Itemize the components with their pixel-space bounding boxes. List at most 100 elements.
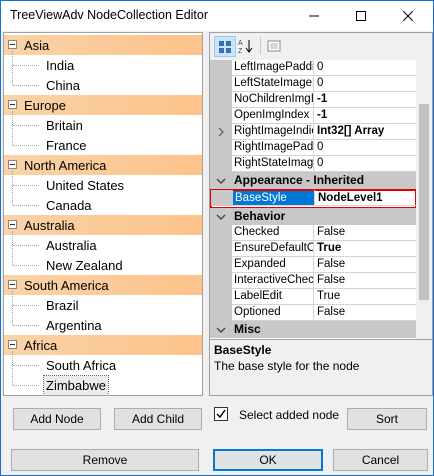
tree-node[interactable]: France bbox=[4, 135, 202, 155]
tree-view[interactable]: Asia India China Europe Britain France North A… bbox=[3, 32, 203, 396]
property-name: LabelEdit bbox=[234, 290, 282, 302]
cancel-button[interactable]: Cancel bbox=[333, 449, 428, 471]
tree-node-label: Canada bbox=[46, 198, 92, 213]
property-gutter bbox=[211, 190, 233, 206]
add-child-button[interactable]: Add Child bbox=[114, 408, 202, 430]
property-value[interactable]: False bbox=[314, 225, 416, 240]
select-added-checkbox[interactable] bbox=[214, 407, 228, 421]
tree-node[interactable]: Canada bbox=[4, 195, 202, 215]
remove-button[interactable]: Remove bbox=[11, 449, 199, 471]
property-value[interactable]: False bbox=[314, 273, 416, 288]
property-category[interactable]: Behavior bbox=[210, 208, 416, 225]
property-value[interactable]: -1 bbox=[314, 92, 416, 107]
tree-group-5[interactable]: Africa bbox=[4, 335, 202, 355]
property-row-selected[interactable]: BaseStyle NodeLevel1 bbox=[210, 189, 417, 209]
tree-node[interactable]: Zimbabwe bbox=[4, 375, 202, 395]
property-category[interactable]: Misc bbox=[210, 321, 416, 338]
property-row[interactable]: Expanded False bbox=[210, 257, 416, 273]
collapse-toggle-icon[interactable] bbox=[8, 160, 17, 169]
property-row[interactable]: InteractiveChec False bbox=[210, 273, 416, 289]
tree-node[interactable]: India bbox=[4, 55, 202, 75]
property-row[interactable]: RightStateImag 0 bbox=[210, 156, 416, 172]
property-name: RightImagePadc bbox=[234, 141, 313, 153]
property-gutter bbox=[210, 257, 232, 273]
tree-group-4[interactable]: South America bbox=[4, 275, 202, 295]
property-row[interactable]: Checked False bbox=[210, 225, 416, 241]
tree-group-label: Europe bbox=[24, 98, 66, 113]
property-value[interactable]: True bbox=[314, 241, 416, 256]
property-row[interactable]: EnsureDefaultO True bbox=[210, 241, 416, 257]
tree-node[interactable]: Britain bbox=[4, 115, 202, 135]
collapse-toggle-icon[interactable] bbox=[216, 211, 226, 221]
tree-group-1[interactable]: Europe bbox=[4, 95, 202, 115]
tree-node-label: New Zealand bbox=[46, 258, 123, 273]
tree-node[interactable]: United States bbox=[4, 175, 202, 195]
alphabetical-button[interactable]: A Z bbox=[236, 36, 256, 55]
tree-connector bbox=[13, 185, 39, 186]
description-text: The base style for the node bbox=[214, 359, 360, 373]
property-pages-button[interactable] bbox=[264, 36, 284, 55]
property-grid-scrollbar[interactable] bbox=[416, 60, 432, 362]
property-value[interactable]: NodeLevel1 bbox=[315, 191, 417, 206]
property-row[interactable]: Optioned False bbox=[210, 305, 416, 321]
tree-connector bbox=[13, 125, 39, 126]
ok-button[interactable]: OK bbox=[213, 449, 323, 471]
property-name: RightStateImag bbox=[234, 157, 313, 169]
title-bar[interactable]: TreeViewAdv NodeCollection Editor bbox=[1, 1, 433, 31]
tree-node-label: India bbox=[46, 58, 75, 73]
property-value[interactable]: 0 bbox=[314, 156, 416, 171]
property-row[interactable]: OpenImgIndex -1 bbox=[210, 108, 416, 124]
property-value[interactable]: Int32[] Array bbox=[314, 124, 416, 139]
collapse-toggle-icon[interactable] bbox=[8, 100, 17, 109]
tree-node[interactable]: South Africa bbox=[4, 355, 202, 375]
property-value[interactable]: False bbox=[314, 257, 416, 272]
toolbar-separator bbox=[260, 37, 261, 54]
sort-button[interactable]: Sort bbox=[347, 408, 427, 430]
tree-node[interactable]: Argentina bbox=[4, 315, 202, 335]
property-value[interactable]: -1 bbox=[314, 108, 416, 123]
minimize-icon bbox=[309, 15, 319, 17]
close-button[interactable] bbox=[385, 1, 431, 31]
scrollbar-thumb[interactable] bbox=[419, 104, 429, 300]
property-value[interactable]: 0 bbox=[314, 140, 416, 155]
property-value[interactable]: 0 bbox=[314, 76, 416, 91]
collapse-toggle-icon[interactable] bbox=[216, 324, 226, 334]
svg-text:A: A bbox=[238, 40, 243, 47]
property-row[interactable]: RightImageIndic Int32[] Array bbox=[210, 124, 416, 140]
property-value[interactable]: 0 bbox=[314, 60, 416, 75]
collapse-toggle-icon[interactable] bbox=[8, 340, 17, 349]
property-row[interactable]: NoChildrenImgIr -1 bbox=[210, 92, 416, 108]
collapse-toggle-icon[interactable] bbox=[8, 40, 17, 49]
tree-node[interactable]: China bbox=[4, 75, 202, 95]
property-name: Checked bbox=[234, 226, 280, 238]
property-gutter bbox=[210, 76, 232, 92]
tree-node[interactable]: New Zealand bbox=[4, 255, 202, 275]
property-row[interactable]: LabelEdit True bbox=[210, 289, 416, 305]
property-category[interactable]: Appearance - Inherited bbox=[210, 172, 416, 189]
tree-node[interactable]: Brazil bbox=[4, 295, 202, 315]
svg-text:Z: Z bbox=[238, 48, 243, 54]
property-grid-rows[interactable]: LeftImagePaddi 0 LeftStateImageF 0 NoChildre… bbox=[210, 60, 432, 362]
tree-node[interactable]: Australia bbox=[4, 235, 202, 255]
minimize-button[interactable] bbox=[291, 1, 337, 31]
tree-group-2[interactable]: North America bbox=[4, 155, 202, 175]
property-row[interactable]: LeftStateImageF 0 bbox=[210, 76, 416, 92]
maximize-button[interactable] bbox=[338, 1, 384, 31]
tree-group-0[interactable]: Asia bbox=[4, 35, 202, 55]
property-pages-icon bbox=[267, 40, 281, 51]
tree-group-3[interactable]: Australia bbox=[4, 215, 202, 235]
property-value[interactable]: True bbox=[314, 289, 416, 304]
collapse-toggle-icon[interactable] bbox=[8, 280, 17, 289]
collapse-toggle-icon[interactable] bbox=[8, 220, 17, 229]
tree-node-label: Zimbabwe bbox=[43, 375, 109, 395]
tree-node-label: United States bbox=[46, 178, 125, 193]
expand-arrow-icon[interactable] bbox=[210, 124, 232, 140]
property-row[interactable]: RightImagePadc 0 bbox=[210, 140, 416, 156]
categorized-button[interactable] bbox=[214, 36, 236, 57]
collapse-toggle-icon[interactable] bbox=[216, 175, 226, 185]
property-row[interactable]: LeftImagePaddi 0 bbox=[210, 60, 416, 76]
description-pane: BaseStyle The base style for the node bbox=[210, 339, 432, 395]
property-value[interactable]: False bbox=[314, 305, 416, 320]
property-name: EnsureDefaultO bbox=[234, 242, 313, 254]
add-node-button[interactable]: Add Node bbox=[13, 408, 101, 430]
